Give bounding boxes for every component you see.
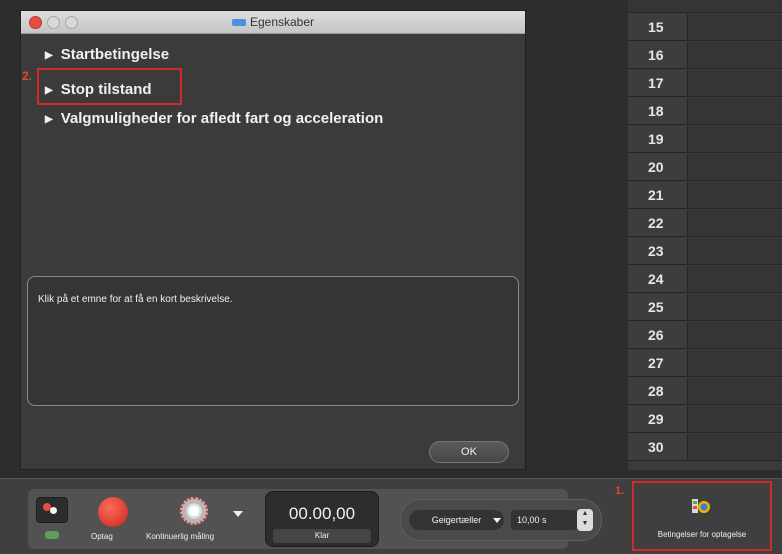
continuous-label: Kontinuerlig måling [146,532,215,541]
table-cell[interactable] [688,42,782,68]
table-row: 30 [628,434,782,461]
property-item-derivative-options[interactable]: ▶ Valgmuligheder for afledt fart og accel… [45,110,383,127]
table-row: 27 [628,350,782,377]
chevron-down-icon[interactable] [233,511,243,517]
row-number[interactable]: 24 [628,266,688,292]
row-number[interactable]: 26 [628,322,688,348]
table-row: 15 [628,14,782,41]
disclosure-triangle-icon: ▶ [45,50,53,61]
table-row: 23 [628,238,782,265]
conditions-label: Betingelser for optagelse [657,530,747,539]
description-box: Klik på et emne for at få en kort beskri… [27,276,519,406]
table-row: 21 [628,182,782,209]
row-number[interactable]: 29 [628,406,688,432]
row-number[interactable]: 27 [628,350,688,376]
table-cell[interactable] [688,210,782,236]
duration-stepper[interactable]: ▲ ▼ [577,509,593,531]
table-cell[interactable] [688,126,782,152]
record-button[interactable] [98,497,128,527]
bottom-toolbar: Optag Kontinuerlig måling 00.00,00 Klar … [0,478,782,554]
table-row: 18 [628,98,782,125]
table-row: 29 [628,406,782,433]
row-number[interactable]: 16 [628,42,688,68]
dialog-title-wrap: Egenskaber [21,11,525,33]
table-cell[interactable] [688,154,782,180]
table-row: 19 [628,126,782,153]
table-top-row [628,0,782,13]
row-number[interactable]: 25 [628,294,688,320]
table-cell[interactable] [688,294,782,320]
table-cell[interactable] [688,70,782,96]
sensor-select[interactable]: Geigertæller [409,510,504,530]
property-item-label: Valgmuligheder for afledt fart og accele… [60,110,384,127]
timer-value: 00.00,00 [288,504,356,523]
table-cell[interactable] [688,406,782,432]
properties-dialog: Egenskaber ▶ Startbetingelse ▶ Stop tilsta… [20,10,526,470]
annotation-highlight-stop [37,68,182,105]
annotation-step-2: 2. [22,69,33,83]
disclosure-triangle-icon: ▶ [45,114,53,125]
table-row: 22 [628,210,782,237]
row-number[interactable]: 15 [628,14,688,40]
control-panel: Optag Kontinuerlig måling 00.00,00 Klar … [28,489,602,549]
sensor-label: Geigertæller [431,515,482,525]
row-number[interactable]: 21 [628,182,688,208]
dialog-title: Egenskaber [249,15,315,29]
timer-status: Klar [273,529,371,543]
sensor-settings-group: Geigertæller 10,00 s ▲ ▼ [400,499,602,541]
table-cell[interactable] [688,98,782,124]
property-item-label: Startbetingelse [60,46,170,63]
recording-conditions-button[interactable]: Betingelser for optagelse [632,481,772,551]
chevron-down-icon [493,518,501,523]
annotation-step-1: 1. [615,485,625,497]
row-number[interactable]: 23 [628,238,688,264]
table-row: 20 [628,154,782,181]
description-text: Klik på et emne for at få en kort beskri… [38,294,233,305]
table-cell[interactable] [688,378,782,404]
duration-field[interactable]: 10,00 s [511,510,577,530]
table-row: 17 [628,70,782,97]
table-cell[interactable] [688,350,782,376]
table-cell[interactable] [688,322,782,348]
table-row: 16 [628,42,782,69]
table-cell[interactable] [688,266,782,292]
row-number[interactable]: 22 [628,210,688,236]
table-row: 25 [628,294,782,321]
table-cell[interactable] [688,182,782,208]
row-number[interactable]: 30 [628,434,688,460]
data-table: 15 16 17 18 19 20 21 22 23 24 25 26 27 28 29 30 [628,0,782,470]
conditions-icon [692,499,710,513]
table-cell[interactable] [688,238,782,264]
table-cell[interactable] [688,14,782,40]
property-item-start-condition[interactable]: ▶ Startbetingelse [45,46,169,63]
row-number[interactable]: 17 [628,70,688,96]
row-number[interactable]: 28 [628,378,688,404]
row-number[interactable]: 19 [628,126,688,152]
row-number[interactable]: 20 [628,154,688,180]
sensor-icon[interactable] [45,531,59,539]
dialog-titlebar: Egenskaber [21,11,525,34]
table-row: 24 [628,266,782,293]
table-row: 28 [628,378,782,405]
table-row: 26 [628,322,782,349]
row-number[interactable]: 18 [628,98,688,124]
meter-toggle-button[interactable] [36,497,68,523]
white-dot-icon [50,507,57,514]
ok-button[interactable]: OK [429,441,509,463]
timer-display: 00.00,00 Klar [265,491,379,547]
app-icon [231,19,246,27]
table-cell[interactable] [688,434,782,460]
record-label: Optag [91,532,113,541]
continuous-measurement-icon[interactable] [180,497,208,525]
